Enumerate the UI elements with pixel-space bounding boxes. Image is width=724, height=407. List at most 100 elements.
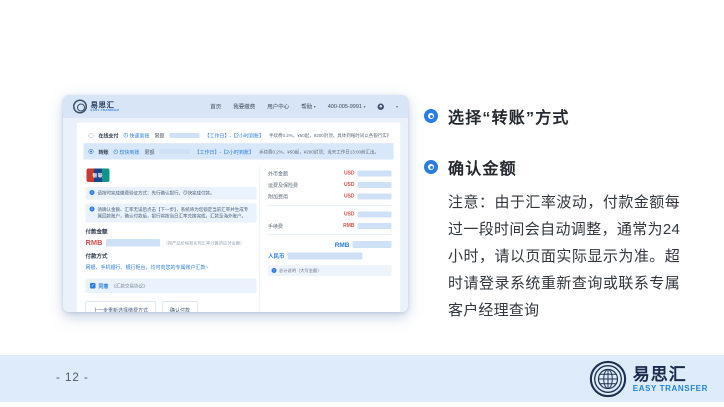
checkbox-checked-icon[interactable]: ✓: [90, 283, 96, 289]
currency-label-usd: USD: [344, 212, 355, 218]
bullet-item-amount: 确认金额: [424, 155, 702, 179]
payment-card: 在线支付 快速到账 限额 【工作日】-【2小时到账】 手续费0.2%，¥50起，…: [76, 122, 401, 312]
footer-logo-cn: 易思汇: [633, 366, 708, 384]
unionpay-logo-icon: 银联: [87, 169, 110, 183]
bullet-note: 注意：由于汇率波动，付款金额每过一段时间会自动调整，通常为24小时，请以页面实际…: [448, 189, 680, 324]
payment-option-transfer[interactable]: 转账 较快到账 限额 【工作日】-【2小时到账】 手续费0.2%，¥50起，¥2…: [84, 144, 394, 160]
footer-logo: 易思汇 EASY TRANSFER: [589, 360, 708, 398]
radio-selected-icon[interactable]: [89, 149, 94, 154]
nav-help[interactable]: 帮助 ▾: [301, 103, 316, 111]
option-fee: 手续费0.2%，¥50起，¥200封顶，具体到账时间以各银行实际处理时间为准。: [269, 132, 389, 139]
bullet-item-transfer: 选择“转账”方式: [424, 104, 702, 128]
radio-unselected-icon[interactable]: [89, 133, 94, 138]
easytransfer-globe-icon: [589, 360, 627, 398]
footer-logo-en: EASY TRANSFER: [633, 384, 708, 393]
currency-label-rmb: RMB: [343, 223, 354, 229]
info-icon: i: [90, 207, 95, 212]
summary-value-field: [358, 193, 392, 199]
footer-bar: - 12 - 易思汇 EASY TRANSFER: [0, 355, 724, 402]
limit-value-field: [160, 149, 190, 154]
method-label: 付款方式: [86, 252, 257, 260]
rmb-total-row: 人民币: [268, 252, 392, 260]
option-name: 在线支付: [99, 132, 119, 140]
chevron-down-icon: ▾: [314, 104, 316, 109]
summary-row: 运费及保险费 USD: [268, 179, 392, 191]
bullet-ring-icon: [424, 160, 438, 174]
currency-label-rmb: RMB: [86, 239, 103, 248]
nav-help-label: 帮助: [301, 103, 312, 111]
nav-user-center[interactable]: 用户中心: [267, 103, 289, 111]
info-icon: i: [272, 268, 277, 273]
nav-phone-label: 400-005-9991: [328, 104, 362, 110]
option-fee: 手续费0.2%，¥50起，¥200封顶；当天工作日13:00前汇出。: [259, 148, 389, 155]
summary-value-field: [353, 241, 392, 248]
amount-summary: 外币金额 USD 运费及保险费 USD 附加费用 USD: [260, 166, 394, 313]
app-header: 易思汇 EASY TRANSFER 首页 我要缴费 用户中心 帮助 ▾ 400-…: [63, 95, 408, 118]
limit-label: 限额: [155, 132, 165, 140]
unionpay-label: 银联: [87, 172, 110, 179]
summary-value-field: [358, 211, 392, 217]
back-button[interactable]: 上一步重新选择缴费方式: [86, 301, 156, 312]
summary-value-field: [358, 170, 392, 176]
currency-label-usd: USD: [344, 182, 355, 188]
divider: [268, 205, 392, 206]
notice-box: i 请确认金额、汇率无误后点击【下一步】，系统将为您锁定当前汇率并生成专属回款账…: [86, 204, 257, 223]
option-speed: 较快到账: [114, 148, 140, 156]
summary-value-field: [358, 182, 392, 188]
summary-notice: i 总计说明（大写金额）: [268, 265, 392, 276]
agreement-row: ✓ 同意 《汇款交易协议》: [86, 279, 257, 294]
slide-bullets: 选择“转账”方式 确认金额 注意：由于汇率波动，付款金额每过一段时间会自动调整，…: [424, 104, 702, 324]
bullet-title: 选择“转账”方式: [448, 104, 570, 128]
amount-input[interactable]: [106, 239, 160, 247]
slide: 易思汇 EASY TRANSFER 首页 我要缴费 用户中心 帮助 ▾ 400-…: [0, 0, 724, 407]
app-screenshot: 易思汇 EASY TRANSFER 首页 我要缴费 用户中心 帮助 ▾ 400-…: [63, 95, 408, 312]
payment-option-online[interactable]: 在线支付 快速到账 限额 【工作日】-【2小时到账】 手续费0.2%，¥50起，…: [84, 128, 394, 144]
clock-icon: [114, 149, 119, 154]
agreement-link[interactable]: 《汇款交易协议》: [112, 283, 148, 290]
option-speed: 快速到账: [124, 132, 150, 140]
summary-label: 外币金额: [268, 170, 344, 178]
rmb-total-field: [288, 253, 363, 260]
easytransfer-swirl-icon: [73, 100, 87, 114]
option-speed-label: 快速到账: [130, 132, 150, 140]
limit-label: 限额: [145, 148, 155, 156]
divider: [268, 235, 392, 236]
summary-total-row: RMB: [268, 238, 392, 251]
summary-notice-text: 总计说明（大写金额）: [279, 268, 322, 274]
clock-icon: [124, 133, 129, 138]
summary-row: 外币金额 USD: [268, 168, 392, 180]
app-logo-cn: 易思汇: [91, 101, 120, 109]
user-avatar-icon[interactable]: [377, 103, 384, 110]
limit-value-field: [170, 133, 200, 138]
nav-home[interactable]: 首页: [210, 103, 221, 111]
summary-label: 附加费用: [268, 193, 344, 201]
summary-label: 运费及保险费: [268, 181, 344, 189]
agree-label: 同意: [99, 282, 109, 290]
nav-phone[interactable]: 400-005-9991 ▾: [328, 104, 366, 110]
summary-label: 手续费: [268, 222, 343, 230]
app-page: 易思汇 EASY TRANSFER 首页 我要缴费 用户中心 帮助 ▾ 400-…: [63, 95, 408, 312]
confirm-pay-button[interactable]: 确认付款: [163, 301, 198, 312]
nav-pay[interactable]: 我要缴费: [233, 103, 255, 111]
option-rate: 【工作日】-【2小时到账】: [195, 148, 254, 156]
currency-label-usd: USD: [344, 194, 355, 200]
info-icon: i: [90, 190, 95, 195]
app-logo[interactable]: 易思汇 EASY TRANSFER: [73, 100, 119, 114]
amount-hint: （按产品价格和实时汇率计算的应付金额）: [164, 240, 245, 246]
app-logo-en: EASY TRANSFER: [91, 109, 120, 112]
summary-row: 手续费 RMB: [268, 220, 392, 232]
app-nav: 首页 我要缴费 用户中心 帮助 ▾ 400-005-9991 ▾ ▾: [210, 103, 398, 111]
method-text: 网银、手机银行、银行柜台，均可向您的专属账户汇款~: [86, 263, 257, 271]
summary-row: 附加费用 USD: [268, 191, 392, 203]
bullet-title: 确认金额: [448, 155, 517, 179]
option-name: 转账: [99, 148, 109, 156]
chevron-down-icon[interactable]: ▾: [396, 104, 398, 109]
rmb-label: 人民币: [268, 252, 285, 260]
notice-text: 请按时完成缴费验证方式：先行确认银行，尽快完成付款。: [98, 190, 215, 197]
summary-row: USD: [268, 209, 392, 221]
currency-label-usd: USD: [344, 171, 355, 177]
page-number: - 12 -: [56, 372, 89, 384]
summary-value-field: [358, 223, 392, 229]
notice-text: 请确认金额、汇率无误后点击【下一步】，系统将为您锁定当前汇率并生成专属回款账户，…: [98, 207, 253, 220]
payment-form: 银联 i 请按时完成缴费验证方式：先行确认银行，尽快完成付款。 i 请确认金额、…: [84, 166, 260, 313]
